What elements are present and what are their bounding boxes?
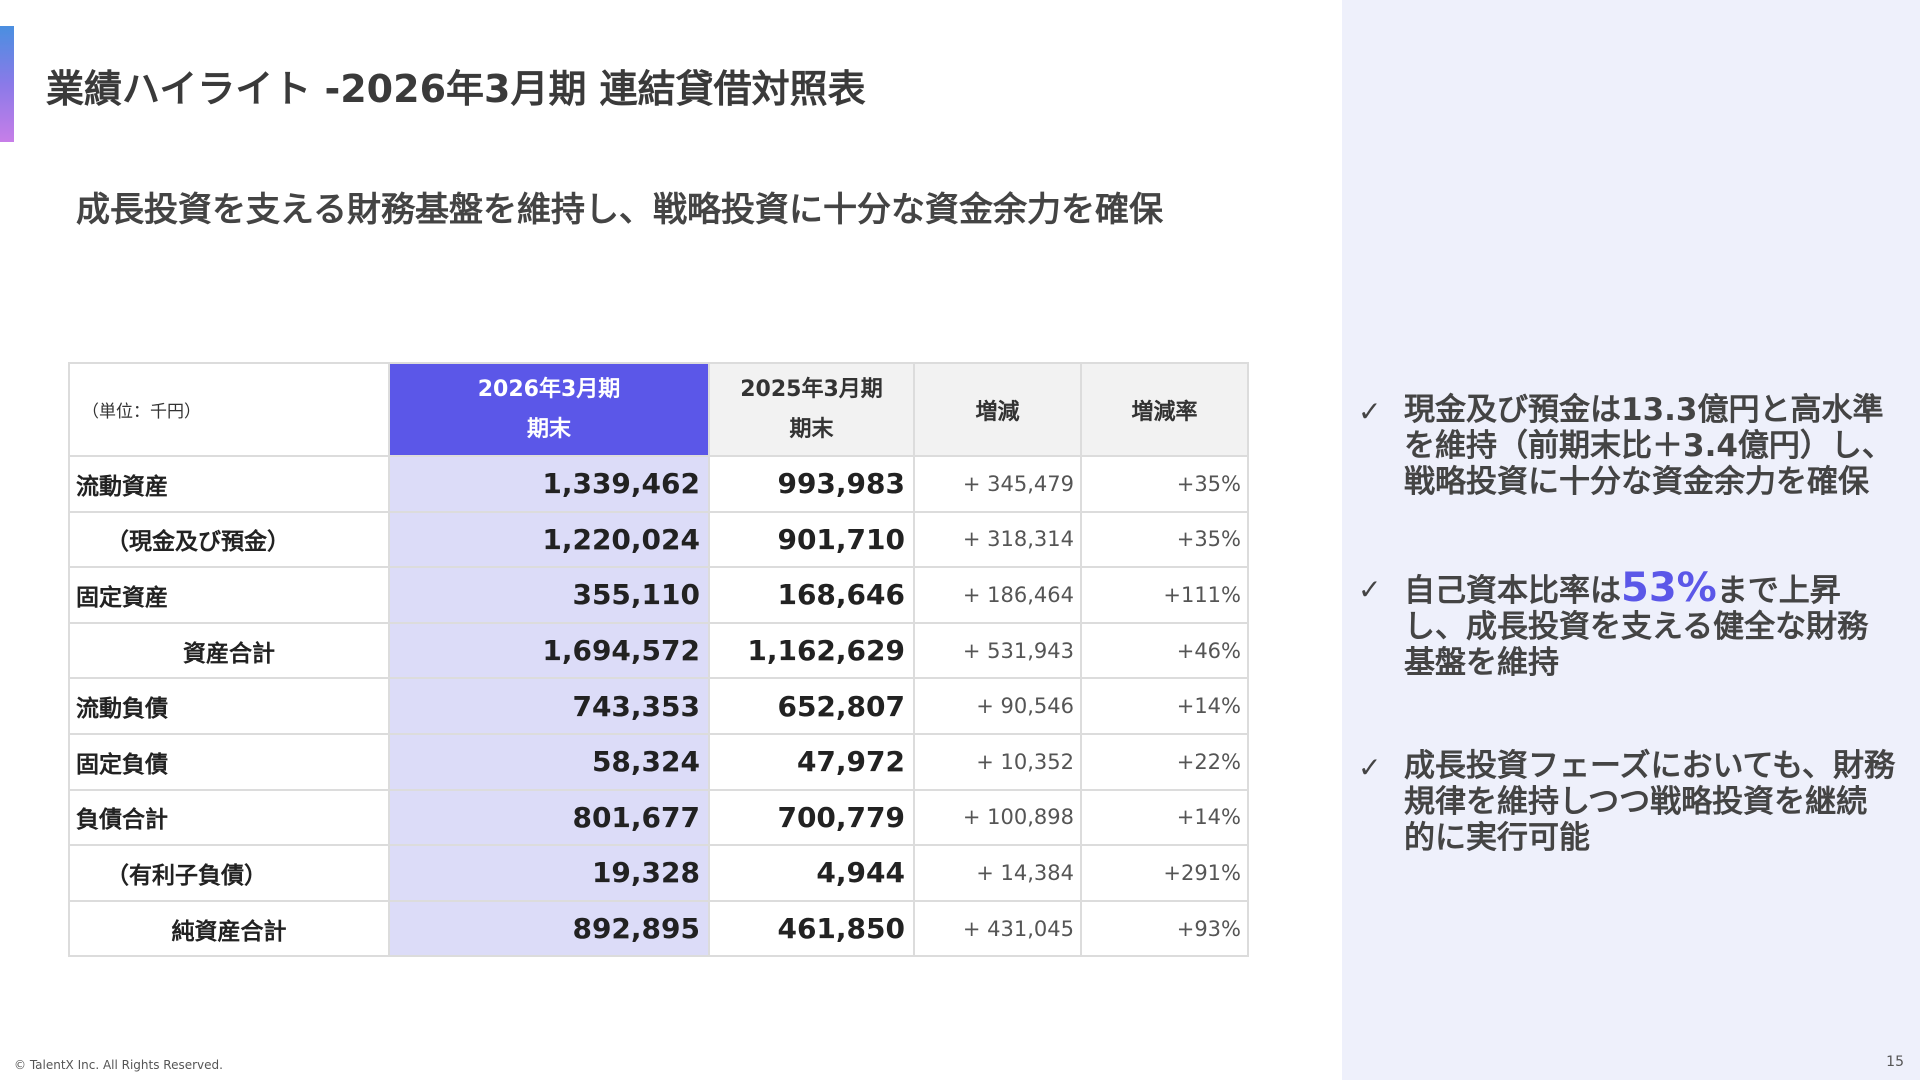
table-header-row: （単位：千円） 2026年3月期 期末 2025年3月期 期末 増減 増減率 bbox=[68, 362, 1249, 457]
row-label: 純資産合計 bbox=[68, 899, 390, 958]
table-row: 固定資産 355,110 168,646 + 186,464 +111% bbox=[68, 566, 1249, 624]
cell-previous: 1,162,629 bbox=[708, 621, 915, 680]
cell-previous: 901,710 bbox=[708, 510, 915, 569]
check-icon: ✓ bbox=[1358, 751, 1382, 784]
cell-rate: +14% bbox=[1080, 788, 1249, 847]
cell-current: 1,694,572 bbox=[388, 621, 710, 680]
row-label: 固定資産 bbox=[68, 566, 390, 624]
cell-previous: 993,983 bbox=[708, 455, 915, 513]
col-current-period: 2026年3月期 期末 bbox=[388, 362, 710, 457]
page-number: 15 bbox=[1886, 1054, 1904, 1070]
cell-previous: 4,944 bbox=[708, 844, 915, 902]
page-subtitle: 成長投資を支える財務基盤を維持し、戦略投資に十分な資金余力を確保 bbox=[76, 190, 1163, 230]
table-row: 流動負債 743,353 652,807 + 90,546 +14% bbox=[68, 677, 1249, 735]
col-current-line1: 2026年3月期 bbox=[477, 376, 621, 402]
col-previous-period: 2025年3月期 期末 bbox=[708, 362, 915, 457]
col-previous-line1: 2025年3月期 bbox=[740, 376, 883, 402]
table-row: 負債合計 801,677 700,779 + 100,898 +14% bbox=[68, 788, 1249, 847]
cell-rate: +93% bbox=[1080, 899, 1249, 958]
row-label: （有利子負債） bbox=[68, 844, 390, 902]
row-label: 流動負債 bbox=[68, 677, 390, 735]
cell-change: + 186,464 bbox=[913, 566, 1082, 624]
table-row: （現金及び預金） 1,220,024 901,710 + 318,314 +35… bbox=[68, 510, 1249, 569]
col-change: 増減 bbox=[913, 362, 1082, 457]
equity-ratio-highlight: 53% bbox=[1621, 565, 1717, 611]
cell-change: + 431,045 bbox=[913, 899, 1082, 958]
cell-current: 355,110 bbox=[388, 566, 710, 624]
cell-current: 19,328 bbox=[388, 844, 710, 902]
balance-sheet-table: （単位：千円） 2026年3月期 期末 2025年3月期 期末 増減 増減率 流… bbox=[68, 362, 1249, 958]
table-row: 固定負債 58,324 47,972 + 10,352 +22% bbox=[68, 732, 1249, 791]
row-label: 流動資産 bbox=[68, 455, 390, 513]
cell-current: 801,677 bbox=[388, 788, 710, 847]
row-label: 固定負債 bbox=[68, 732, 390, 791]
cell-previous: 652,807 bbox=[708, 677, 915, 735]
cell-previous: 168,646 bbox=[708, 566, 915, 624]
cell-change: + 531,943 bbox=[913, 621, 1082, 680]
cell-previous: 461,850 bbox=[708, 899, 915, 958]
cell-previous: 47,972 bbox=[708, 732, 915, 791]
cell-rate: +22% bbox=[1080, 732, 1249, 791]
col-current-line2: 期末 bbox=[526, 416, 571, 442]
cell-current: 1,220,024 bbox=[388, 510, 710, 569]
table-row: （有利子負債） 19,328 4,944 + 14,384 +291% bbox=[68, 844, 1249, 902]
cell-change: + 345,479 bbox=[913, 455, 1082, 513]
highlight-bullet-equity-ratio: ✓ 自己資本比率は53%まで上昇し、成長投資を支える健全な財務基盤を維持 bbox=[1358, 568, 1898, 681]
cell-current: 1,339,462 bbox=[388, 455, 710, 513]
bullet-text: 成長投資フェーズにおいても、財務規律を維持しつつ戦略投資を継続的に実行可能 bbox=[1404, 748, 1896, 856]
cell-rate: +14% bbox=[1080, 677, 1249, 735]
cell-change: + 318,314 bbox=[913, 510, 1082, 569]
cell-rate: +46% bbox=[1080, 621, 1249, 680]
cell-change: + 90,546 bbox=[913, 677, 1082, 735]
title-accent-bar bbox=[0, 26, 14, 142]
bullet-text: 現金及び預金は13.3億円と高水準を維持（前期末比＋3.4億円）し、戦略投資に十… bbox=[1404, 392, 1893, 500]
highlights-panel bbox=[1342, 0, 1920, 1080]
cell-change: + 10,352 bbox=[913, 732, 1082, 791]
cell-change: + 100,898 bbox=[913, 788, 1082, 847]
table-row: 資産合計 1,694,572 1,162,629 + 531,943 +46% bbox=[68, 621, 1249, 680]
cell-rate: +111% bbox=[1080, 566, 1249, 624]
check-icon: ✓ bbox=[1358, 573, 1382, 606]
row-label: 資産合計 bbox=[68, 621, 390, 680]
check-icon: ✓ bbox=[1358, 395, 1382, 428]
cell-previous: 700,779 bbox=[708, 788, 915, 847]
cell-rate: +291% bbox=[1080, 844, 1249, 902]
bullet-text: 自己資本比率は53%まで上昇し、成長投資を支える健全な財務基盤を維持 bbox=[1404, 568, 1898, 681]
cell-current: 743,353 bbox=[388, 677, 710, 735]
table-row: 流動資産 1,339,462 993,983 + 345,479 +35% bbox=[68, 455, 1249, 513]
cell-rate: +35% bbox=[1080, 510, 1249, 569]
row-label: （現金及び預金） bbox=[68, 510, 390, 569]
bullet-text-pre: 自己資本比率は bbox=[1404, 573, 1621, 609]
table-row: 純資産合計 892,895 461,850 + 431,045 +93% bbox=[68, 899, 1249, 958]
unit-label: （単位：千円） bbox=[68, 362, 390, 457]
cell-rate: +35% bbox=[1080, 455, 1249, 513]
highlight-bullet-cash: ✓ 現金及び預金は13.3億円と高水準を維持（前期末比＋3.4億円）し、戦略投資… bbox=[1358, 392, 1898, 500]
page-title: 業績ハイライト -2026年3月期 連結貸借対照表 bbox=[46, 67, 866, 111]
col-previous-line2: 期末 bbox=[789, 416, 834, 442]
copyright: © TalentX Inc. All Rights Reserved. bbox=[14, 1058, 223, 1072]
col-change-rate: 増減率 bbox=[1080, 362, 1249, 457]
highlight-bullet-discipline: ✓ 成長投資フェーズにおいても、財務規律を維持しつつ戦略投資を継続的に実行可能 bbox=[1358, 748, 1898, 856]
row-label: 負債合計 bbox=[68, 788, 390, 847]
cell-current: 58,324 bbox=[388, 732, 710, 791]
cell-change: + 14,384 bbox=[913, 844, 1082, 902]
cell-current: 892,895 bbox=[388, 899, 710, 958]
